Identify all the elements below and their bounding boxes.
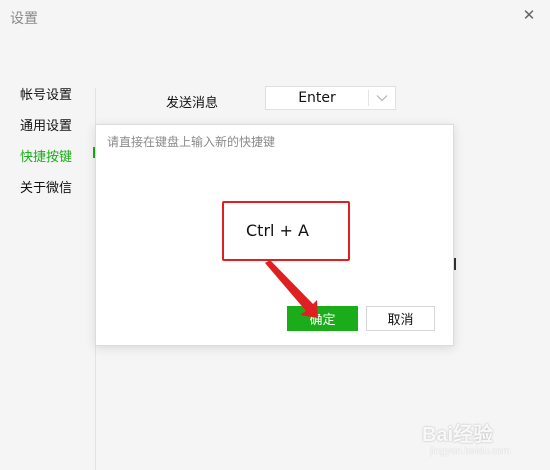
chevron-down-icon [376, 95, 388, 102]
watermark-text: Bai经验 [422, 424, 494, 446]
hotkey-value: Ctrl + A [246, 221, 309, 240]
close-button[interactable]: ✕ [518, 4, 540, 26]
sidebar-item-account[interactable]: 帐号设置 [20, 84, 72, 103]
watermark-subtext: jingyan.baidu.com [430, 446, 511, 457]
sidebar-item-shortcuts[interactable]: 快捷按键 [20, 146, 72, 165]
watermark: Bai经验 jingyan.baidu.com [422, 414, 544, 466]
hotkey-dialog: 请直接在键盘上输入新的快捷键 Ctrl + A 确定 取消 [95, 124, 454, 346]
partial-control-edge [454, 258, 456, 270]
sidebar-item-about[interactable]: 关于微信 [20, 177, 72, 196]
sidebar-item-general[interactable]: 通用设置 [20, 115, 72, 134]
send-message-value: Enter [298, 90, 336, 106]
dialog-prompt: 请直接在键盘上输入新的快捷键 [107, 135, 276, 149]
confirm-button[interactable]: 确定 [287, 306, 358, 331]
close-icon: ✕ [522, 6, 536, 24]
send-message-select[interactable]: Enter [265, 86, 396, 110]
select-separator [368, 90, 369, 106]
send-message-label: 发送消息 [166, 96, 219, 111]
settings-window: 设置 ✕ 帐号设置 通用设置 快捷按键 关于微信 发送消息 Enter 请直接在… [0, 0, 550, 470]
cancel-button[interactable]: 取消 [366, 306, 435, 331]
hotkey-display[interactable]: Ctrl + A [222, 201, 350, 261]
window-title: 设置 [10, 11, 38, 27]
